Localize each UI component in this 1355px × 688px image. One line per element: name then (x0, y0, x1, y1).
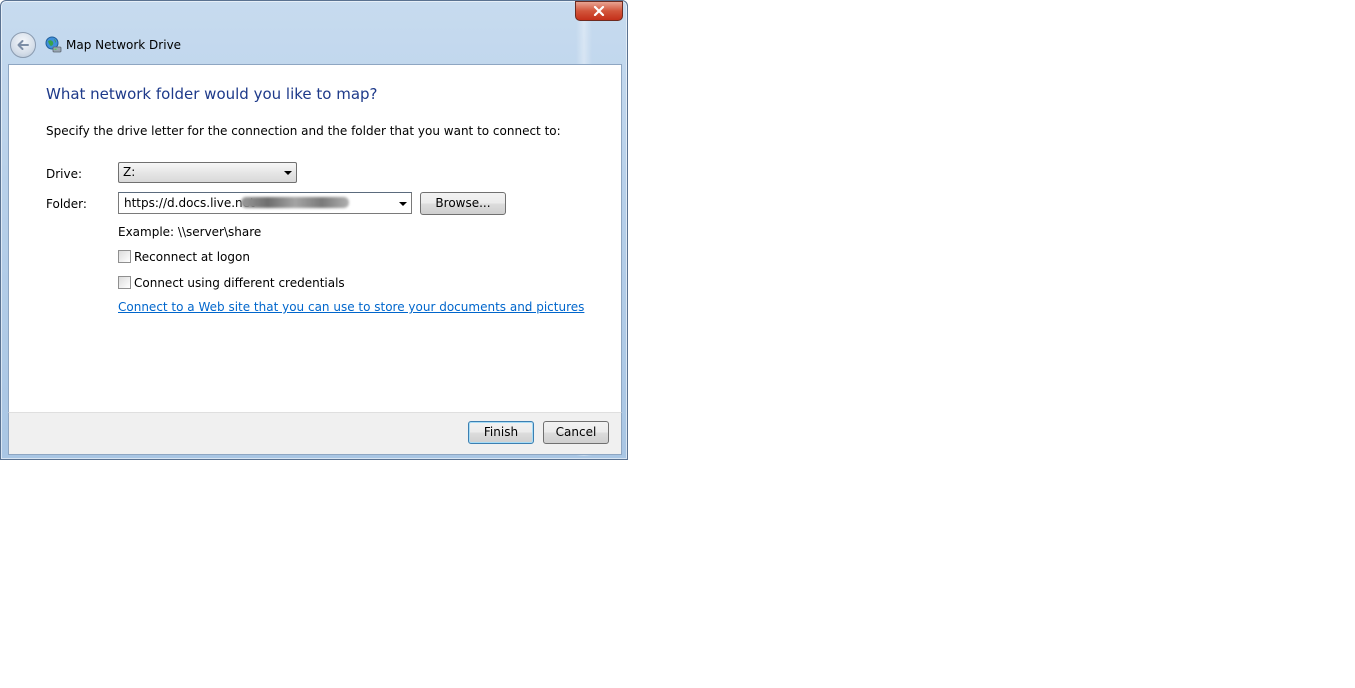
instruction-text: Specify the drive letter for the connect… (46, 124, 561, 138)
window-title: Map Network Drive (66, 38, 182, 52)
browse-button[interactable]: Browse... (420, 192, 506, 215)
drive-select[interactable]: Z: (118, 162, 297, 183)
map-network-drive-window: Map Network Drive (0, 0, 628, 460)
reconnect-checkbox[interactable] (118, 250, 131, 263)
close-button[interactable] (575, 1, 623, 21)
content-area (8, 64, 622, 412)
network-drive-icon (45, 36, 62, 53)
folder-input-value: https://d.docs.live.net (124, 196, 255, 210)
close-icon (593, 6, 605, 16)
website-storage-link[interactable]: Connect to a Web site that you can use t… (118, 300, 584, 314)
reconnect-label[interactable]: Reconnect at logon (134, 250, 250, 264)
example-text: Example: \\server\share (118, 225, 262, 239)
cancel-button[interactable]: Cancel (543, 421, 609, 444)
finish-button[interactable]: Finish (468, 421, 534, 444)
chevron-down-icon (284, 171, 292, 175)
back-arrow-icon (17, 40, 29, 50)
redaction-smudge (241, 197, 349, 208)
back-button[interactable] (10, 32, 36, 58)
link-suffix: . (525, 300, 529, 314)
credentials-label[interactable]: Connect using different credentials (134, 276, 345, 290)
drive-label: Drive: (46, 167, 83, 181)
credentials-checkbox[interactable] (118, 276, 131, 289)
drive-select-value: Z: (123, 165, 136, 179)
page-heading: What network folder would you like to ma… (46, 85, 378, 103)
chevron-down-icon[interactable] (399, 202, 407, 206)
folder-label: Folder: (46, 197, 87, 211)
folder-input[interactable]: https://d.docs.live.net (118, 192, 412, 214)
